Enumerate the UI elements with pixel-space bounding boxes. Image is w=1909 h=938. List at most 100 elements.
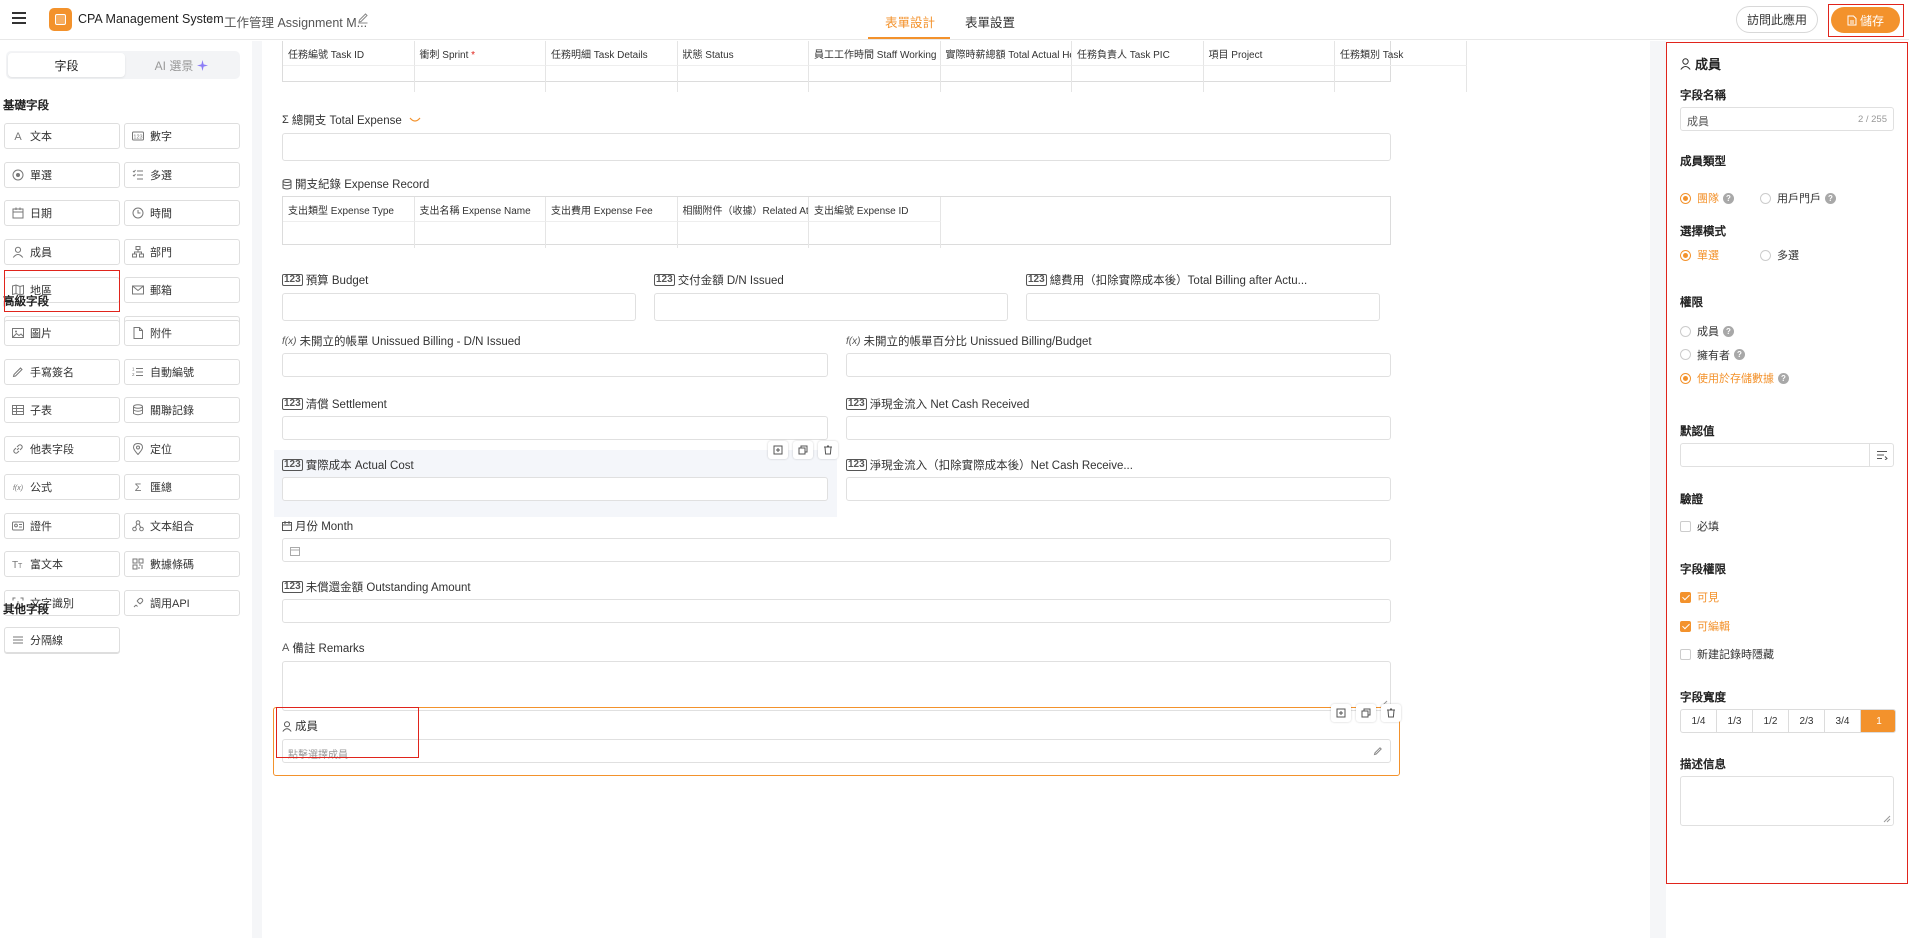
visit-app-button[interactable]: 訪問此應用 — [1736, 6, 1818, 33]
radio-option[interactable]: 單選 — [1680, 247, 1719, 263]
table-cell[interactable] — [1203, 65, 1335, 92]
hamburger-menu-icon[interactable] — [12, 12, 26, 24]
field-width-option[interactable]: 1 — [1861, 710, 1895, 732]
advanced-field-combine[interactable]: 文本組合 — [124, 512, 240, 539]
required-checkbox[interactable]: 必填 — [1680, 518, 1719, 534]
hide-new-checkbox[interactable]: 新建記錄時隱藏 — [1680, 646, 1774, 662]
net-cash-input[interactable] — [846, 416, 1391, 440]
advanced-field-id-card[interactable]: 證件 — [4, 512, 120, 539]
budget-input[interactable] — [282, 293, 636, 321]
radio-option[interactable]: 擁有者? — [1680, 347, 1745, 363]
table-cell[interactable] — [1335, 65, 1467, 92]
field-settlement[interactable]: 123 清償 Settlement — [282, 396, 828, 446]
field-width-option[interactable]: 1/4 — [1681, 710, 1717, 732]
total-billing-input[interactable] — [1026, 293, 1380, 321]
table-cell[interactable] — [677, 221, 809, 248]
resize-handle-icon[interactable] — [1883, 815, 1891, 823]
advanced-field-richtext[interactable]: T T 富文本 — [4, 551, 120, 577]
form-name[interactable]: 工作管理 Assignment M... — [224, 12, 367, 31]
basic-field-text[interactable]: A 文本 — [4, 123, 120, 149]
table-cell[interactable] — [940, 65, 1072, 92]
edit-pencil-icon[interactable] — [1373, 746, 1383, 756]
field-remarks[interactable]: A 備註 Remarks — [282, 640, 1391, 712]
field-expense-record[interactable]: 開支紀錄 Expense Record 支出類型 Expense Type 支出名… — [282, 176, 1391, 248]
basic-field-calendar[interactable]: 日期 — [4, 200, 120, 226]
table-cell[interactable] — [1072, 65, 1204, 92]
field-net-cash[interactable]: 123 淨現金流入 Net Cash Received — [846, 396, 1391, 446]
tab-fields[interactable]: 字段 — [8, 53, 125, 77]
table-cell[interactable] — [546, 221, 678, 248]
chevron-down-icon[interactable] — [409, 116, 421, 124]
field-dn-issued[interactable]: 123 交付金額 D/N Issued — [654, 272, 1008, 322]
advanced-field-file[interactable]: 附件 — [124, 320, 240, 346]
radio-option[interactable]: 多選 — [1760, 247, 1799, 263]
basic-field-radio[interactable]: 單選 — [4, 161, 120, 188]
radio-option[interactable]: 成員? — [1680, 323, 1734, 339]
help-icon[interactable]: ? — [1825, 192, 1836, 204]
field-unissued-billing[interactable]: f(x) 未開立的帳單 Unissued Billing - D/N Issued — [282, 333, 828, 383]
field-total-expense[interactable]: Σ 總開支 Total Expense — [282, 112, 1391, 162]
net-cash-after-input[interactable] — [846, 477, 1391, 501]
advanced-field-numbered-list[interactable]: 1 2 自動編號 — [124, 358, 240, 385]
table-cell[interactable] — [809, 221, 941, 248]
field-total-billing[interactable]: 123 總費用（扣除實際成本後）Total Billing after Actu.… — [1026, 272, 1380, 322]
advanced-field-location[interactable]: 定位 — [124, 435, 240, 462]
tab-ai[interactable]: AI 選景 — [125, 53, 238, 77]
app-name[interactable]: CPA Management System — [78, 12, 224, 26]
basic-field-mail[interactable]: 郵箱 — [124, 277, 240, 303]
basic-field-number[interactable]: 123 數字 — [124, 123, 240, 149]
unissued-pct-input[interactable] — [846, 353, 1391, 377]
description-textarea[interactable] — [1680, 776, 1894, 826]
help-icon[interactable]: ? — [1723, 192, 1734, 204]
table-cell[interactable] — [677, 65, 809, 92]
default-value-options-button[interactable] — [1869, 444, 1893, 466]
table-cell[interactable] — [414, 221, 546, 248]
month-input[interactable] — [282, 538, 1391, 562]
edit-pencil-icon[interactable] — [357, 12, 369, 24]
outstanding-input[interactable] — [282, 599, 1391, 623]
advanced-field-table[interactable]: 子表 — [4, 397, 120, 423]
field-width-option[interactable]: 1/3 — [1717, 710, 1753, 732]
advanced-field-link[interactable]: 他表字段 — [4, 435, 120, 462]
tab-form-settings[interactable]: 表單設置 — [965, 12, 1015, 31]
basic-field-clock[interactable]: 時間 — [124, 200, 240, 226]
advanced-field-api[interactable]: 調用API — [124, 589, 240, 616]
radio-option[interactable]: 團隊? — [1680, 190, 1734, 206]
help-icon[interactable]: ? — [1734, 349, 1745, 360]
visible-checkbox[interactable]: 可見 — [1680, 589, 1719, 605]
advanced-field-formula[interactable]: f(x) 公式 — [4, 474, 120, 500]
total-expense-box[interactable] — [282, 133, 1391, 161]
field-name-input[interactable]: 成員 2 / 255 — [1680, 107, 1894, 131]
editable-checkbox[interactable]: 可編輯 — [1680, 618, 1730, 634]
field-outstanding[interactable]: 123 未償還金額 Outstanding Amount — [282, 579, 1391, 629]
radio-option[interactable]: 用戶門戶? — [1760, 190, 1836, 206]
member-picker[interactable]: 點擊選擇成員 — [282, 739, 1391, 763]
field-width-option[interactable]: 1/2 — [1753, 710, 1789, 732]
basic-field-user[interactable]: 成員 — [4, 238, 120, 265]
advanced-field-image[interactable]: 圖片 — [4, 320, 120, 346]
basic-field-org[interactable]: 部門 — [124, 238, 240, 265]
advanced-field-sigma[interactable]: Σ 匯總 — [124, 474, 240, 500]
advanced-field-database[interactable]: 關聯記錄 — [124, 397, 240, 423]
table-cell[interactable] — [414, 65, 546, 92]
table-cell[interactable] — [546, 65, 678, 92]
task-subtable[interactable]: 任務編號 Task ID 衝刺 Sprint * 任務明細 Task Details… — [282, 41, 1467, 92]
field-width-option[interactable]: 2/3 — [1789, 710, 1825, 732]
other-field-divider[interactable]: 分隔線 — [4, 627, 120, 653]
field-budget[interactable]: 123 預算 Budget — [282, 272, 636, 322]
table-cell[interactable] — [809, 65, 941, 92]
field-width-option[interactable]: 3/4 — [1825, 710, 1861, 732]
remarks-textarea[interactable] — [282, 661, 1391, 711]
settlement-input[interactable] — [282, 416, 828, 440]
field-member[interactable]: 成員 點擊選擇成員 — [282, 718, 1391, 768]
save-button[interactable]: 儲存 — [1831, 7, 1900, 33]
help-icon[interactable]: ? — [1723, 325, 1734, 337]
table-cell[interactable] — [283, 221, 415, 248]
field-month[interactable]: 月份 Month — [282, 518, 1391, 568]
table-cell[interactable] — [283, 65, 415, 92]
field-net-cash-after[interactable]: 123 淨現金流入（扣除實際成本後）Net Cash Receive... — [846, 457, 1391, 507]
help-icon[interactable]: ? — [1778, 372, 1789, 384]
dn-issued-input[interactable] — [654, 293, 1008, 321]
tab-form-design[interactable]: 表單設計 — [885, 12, 935, 31]
advanced-field-pen[interactable]: 手寫簽名 — [4, 358, 120, 385]
